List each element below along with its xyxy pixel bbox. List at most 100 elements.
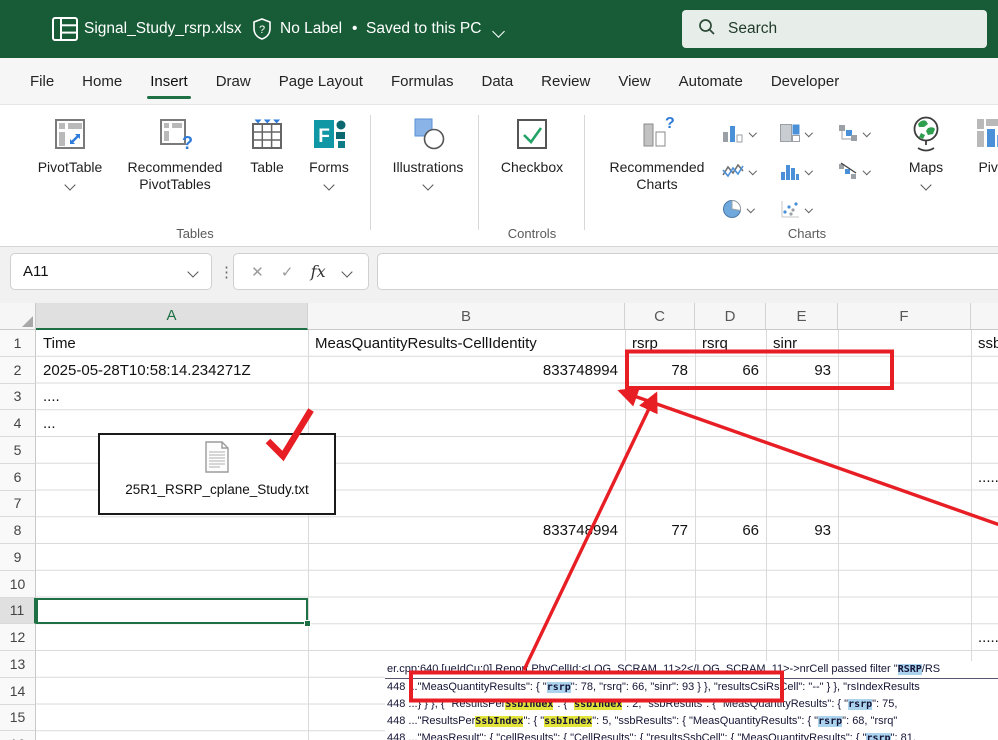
column-header-E[interactable]: E: [766, 303, 838, 330]
chevron-down-icon: [804, 205, 813, 213]
column-header-C[interactable]: C: [625, 303, 695, 330]
recommended-pivottables-button[interactable]: ? Recommended PivotTables: [112, 112, 238, 193]
cell-G1[interactable]: ssb: [971, 330, 998, 357]
tab-review[interactable]: Review: [527, 58, 604, 104]
group-divider: [478, 115, 479, 230]
row-header-4[interactable]: 4: [0, 410, 36, 437]
fill-handle[interactable]: [304, 620, 311, 628]
maps-button[interactable]: Maps: [898, 112, 954, 191]
column-chart-button[interactable]: [722, 123, 780, 143]
tab-view[interactable]: View: [604, 58, 664, 104]
treemap-chart-button[interactable]: [780, 124, 838, 142]
tab-formulas[interactable]: Formulas: [377, 58, 468, 104]
cell-D2[interactable]: 66: [695, 357, 766, 384]
column-header-G[interactable]: [971, 303, 998, 330]
table-button[interactable]: Table: [240, 112, 294, 176]
select-all-corner[interactable]: [0, 303, 36, 330]
table-icon: [248, 112, 286, 156]
svg-text:?: ?: [259, 24, 265, 36]
cell-C2[interactable]: 78: [625, 357, 695, 384]
cell-E2[interactable]: 93: [766, 357, 838, 384]
column-header-B[interactable]: B: [308, 303, 625, 330]
row-header-5[interactable]: 5: [0, 437, 36, 464]
forms-button[interactable]: F Forms: [298, 112, 360, 191]
cell-C1[interactable]: rsrp: [625, 330, 695, 357]
save-status[interactable]: Saved to this PC: [366, 0, 481, 58]
chevron-down-icon: [862, 167, 871, 175]
scatter-chart-button[interactable]: [780, 200, 838, 218]
name-box-chevron-icon[interactable]: [187, 265, 199, 278]
line-chart-icon: [722, 163, 744, 178]
chevron-down-icon: [804, 167, 813, 175]
embedded-object[interactable]: 25R1_RSRP_cplane_Study.txt: [98, 433, 336, 515]
waterfall-chart-button[interactable]: [838, 162, 896, 180]
tab-insert[interactable]: Insert: [136, 58, 202, 104]
cell-G6[interactable]: .....: [971, 464, 998, 491]
cell-A1[interactable]: Time: [36, 330, 308, 357]
column-chart-icon: [723, 126, 743, 143]
cell-E1[interactable]: sinr: [766, 330, 838, 357]
group-divider: [370, 115, 371, 230]
cell-A3[interactable]: ....: [36, 384, 308, 411]
row-header-1[interactable]: 1: [0, 330, 36, 357]
row-header-10[interactable]: 10: [0, 570, 36, 598]
cancel-icon[interactable]: ✕: [251, 263, 264, 281]
recommended-charts-button[interactable]: ? Recommended Charts: [596, 112, 718, 193]
row-header-13[interactable]: 13: [0, 651, 36, 678]
pivotchart-button[interactable]: Pivot: [958, 112, 998, 176]
cell-C8[interactable]: 77: [625, 517, 695, 544]
hierarchy-chart-button[interactable]: [838, 124, 896, 142]
log-text: ": { ": [553, 698, 575, 710]
formula-input[interactable]: [377, 253, 998, 290]
row-header-16[interactable]: 16: [0, 731, 36, 740]
chevron-down-icon: [748, 167, 757, 175]
tab-file[interactable]: File: [16, 58, 68, 104]
enter-icon[interactable]: ✓: [281, 263, 294, 281]
checkbox-button[interactable]: Checkbox: [490, 112, 574, 176]
insert-function-icon[interactable]: fx: [311, 262, 326, 281]
row-header-8[interactable]: 8: [0, 517, 36, 544]
histogram-chart-button[interactable]: [780, 162, 838, 180]
log-line-4: 448 ..."ResultsPerSsbIndex": { "ssbIndex…: [385, 713, 998, 730]
group-label-charts: Charts: [787, 226, 827, 241]
sensitivity-label[interactable]: No Label: [280, 0, 342, 58]
row-header-12[interactable]: 12: [0, 624, 36, 651]
tab-home[interactable]: Home: [68, 58, 136, 104]
cell-B2[interactable]: 833748994: [308, 357, 625, 384]
line-chart-button[interactable]: [722, 162, 780, 180]
cell-A2[interactable]: 2025-05-28T10:58:14.234271Z: [36, 357, 308, 384]
formula-chevron-icon[interactable]: [341, 265, 353, 278]
row-header-11[interactable]: 11: [0, 597, 36, 625]
column-header-D[interactable]: D: [695, 303, 766, 330]
formula-bar-options-icon[interactable]: ⋮: [219, 253, 234, 290]
illustrations-button[interactable]: Illustrations: [382, 112, 474, 191]
cell-E8[interactable]: 93: [766, 517, 838, 544]
log-line-2: 448 ..."MeasQuantityResults": { "rsrp": …: [385, 679, 998, 696]
row-header-6[interactable]: 6: [0, 463, 36, 491]
tab-automate[interactable]: Automate: [665, 58, 757, 104]
row-header-9[interactable]: 9: [0, 544, 36, 571]
column-header-F[interactable]: F: [838, 303, 971, 330]
row-header-7[interactable]: 7: [0, 490, 36, 518]
tab-draw[interactable]: Draw: [202, 58, 265, 104]
log-text: ": 81,: [890, 732, 916, 740]
pie-chart-button[interactable]: [722, 199, 780, 219]
search-input[interactable]: Search: [682, 10, 987, 48]
row-header-2[interactable]: 2: [0, 356, 36, 384]
save-status-chevron-icon[interactable]: [492, 23, 505, 41]
cell-D1[interactable]: rsrq: [695, 330, 766, 357]
cell-G12[interactable]: .....: [971, 624, 998, 651]
log-text: 448 ...} } }, { "ResultsPer: [387, 698, 506, 710]
tab-data[interactable]: Data: [467, 58, 527, 104]
cell-D8[interactable]: 66: [695, 517, 766, 544]
cell-B8[interactable]: 833748994: [308, 517, 625, 544]
cell-B1[interactable]: MeasQuantityResults-CellIdentity: [308, 330, 625, 357]
tab-developer[interactable]: Developer: [757, 58, 853, 104]
pivottable-button[interactable]: PivotTable: [30, 112, 110, 191]
tab-page-layout[interactable]: Page Layout: [265, 58, 377, 104]
name-box[interactable]: A11: [10, 253, 212, 290]
row-header-15[interactable]: 15: [0, 704, 36, 732]
column-header-A[interactable]: A: [36, 303, 308, 330]
row-header-14[interactable]: 14: [0, 677, 36, 705]
row-header-3[interactable]: 3: [0, 383, 36, 411]
